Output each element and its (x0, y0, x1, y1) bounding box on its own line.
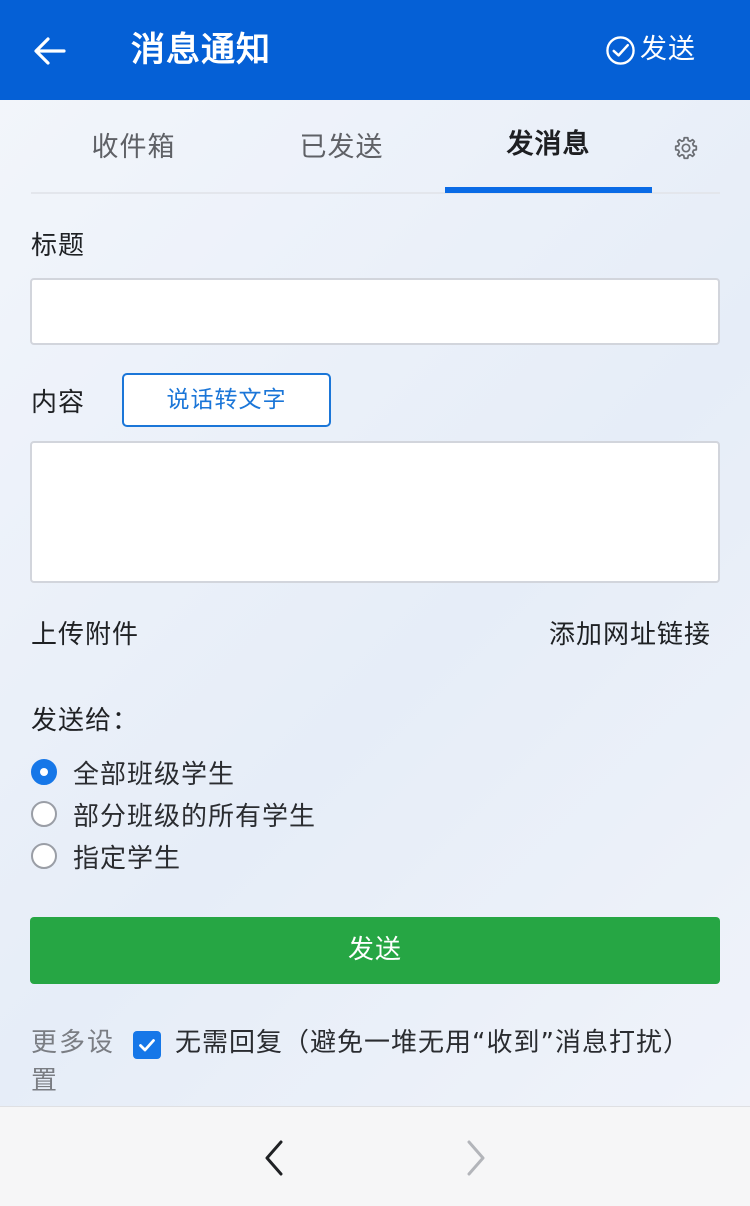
add-url-link[interactable]: 添加网址链接 (549, 614, 711, 651)
more-settings-label: 更多设置 (31, 1028, 116, 1096)
send-to-label: 发送给： (31, 706, 140, 736)
gear-icon[interactable] (673, 135, 699, 161)
title-label: 标题 (31, 231, 86, 261)
recipient-option-all[interactable]: 全部班级学生 (31, 754, 235, 790)
radio-button[interactable] (31, 843, 57, 869)
upload-attachment-link[interactable]: 上传附件 (31, 614, 139, 651)
recipient-option-label: 指定学生 (73, 843, 182, 874)
checkmark-icon (139, 1039, 155, 1052)
page-title: 消息通知 (131, 30, 271, 70)
tab-bar: 收件箱 已发送 发消息 (31, 100, 720, 194)
send-button[interactable]: 发送 (30, 917, 720, 984)
recipient-option-specific[interactable]: 指定学生 (31, 838, 181, 874)
tab-sent[interactable]: 已发送 (239, 100, 444, 192)
radio-button[interactable] (31, 801, 57, 827)
header-send-label: 发送 (640, 34, 696, 65)
content-textarea[interactable] (30, 441, 720, 583)
radio-button-checked[interactable] (31, 759, 57, 785)
header-send-button[interactable]: 发送 (605, 30, 696, 70)
no-reply-label[interactable]: 无需回复（避免一堆无用“收到”消息打扰） (175, 1024, 690, 1062)
tab-inbox[interactable]: 收件箱 (31, 100, 236, 192)
tab-compose[interactable]: 发消息 (445, 100, 652, 192)
recipient-option-label: 部分班级的所有学生 (73, 801, 317, 832)
browser-bottom-nav (0, 1106, 750, 1206)
no-reply-checkbox[interactable] (133, 1031, 161, 1059)
check-circle-icon (606, 35, 635, 65)
arrow-left-icon[interactable] (32, 33, 68, 69)
speech-to-text-button[interactable]: 说话转文字 (122, 373, 331, 427)
app-header: 消息通知 发送 (0, 0, 750, 100)
recipient-option-partial[interactable]: 部分班级的所有学生 (31, 796, 316, 832)
chevron-left-icon[interactable] (256, 1137, 292, 1179)
active-tab-indicator (445, 187, 652, 193)
recipient-option-label: 全部班级学生 (73, 759, 236, 790)
chevron-right-icon[interactable] (458, 1137, 494, 1179)
title-input[interactable] (30, 278, 720, 345)
content-label: 内容 (31, 388, 86, 418)
